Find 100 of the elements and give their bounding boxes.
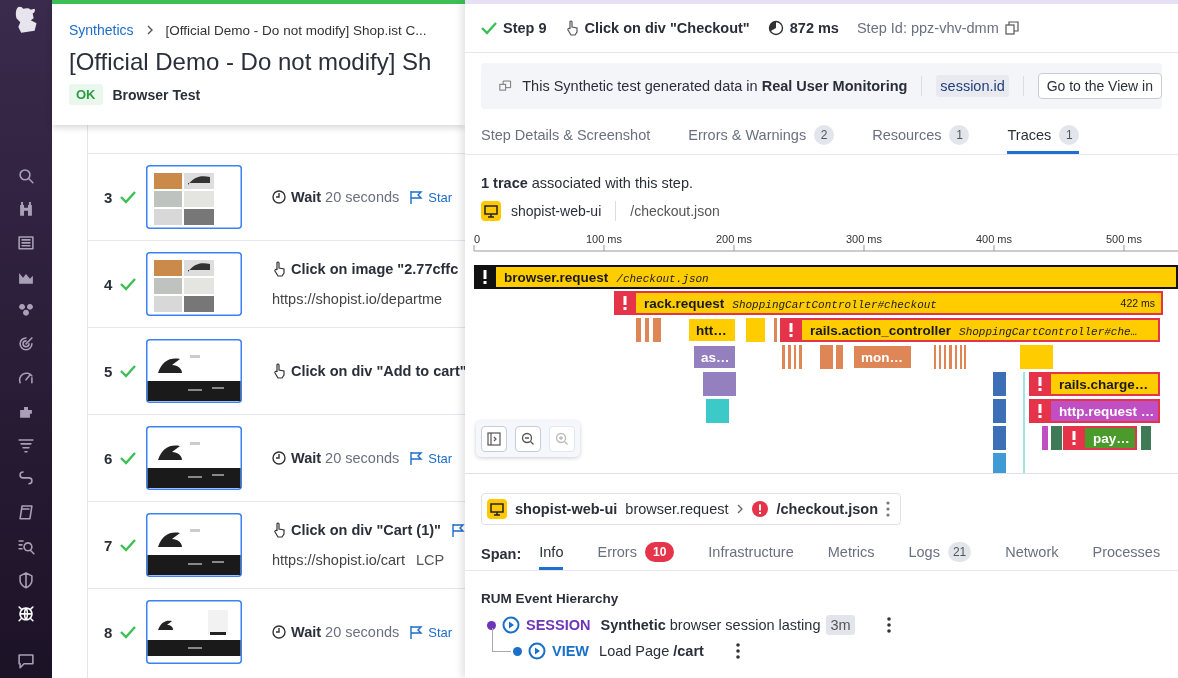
target-icon[interactable] <box>17 335 35 353</box>
tab[interactable]: Logs 21 <box>908 525 972 570</box>
span-bar[interactable] <box>820 345 833 369</box>
event-description: Load Page /cart <box>599 643 704 659</box>
tab[interactable]: Infrastructure <box>708 525 794 570</box>
span-bar[interactable] <box>703 372 736 396</box>
section-title: RUM Event Hierarchy <box>481 591 620 606</box>
kebab-menu-icon[interactable] <box>735 643 740 659</box>
banner-text: This Synthetic test generated data in Real User Monitoring <box>522 78 908 94</box>
step-number: 8 <box>104 623 114 641</box>
span-bar[interactable] <box>949 345 952 369</box>
chat-icon[interactable] <box>17 652 35 670</box>
view-button[interactable]: Go to the View in <box>1037 73 1162 99</box>
shield-icon[interactable] <box>17 570 35 589</box>
span-bar[interactable]: browser.request /checkout.json <box>474 265 1178 289</box>
span-bar[interactable]: rails.action_controller ShoppingCartController#che… <box>780 318 1160 342</box>
step-action: Wait 20 seconds <box>291 450 400 466</box>
span-bar[interactable]: as… <box>694 346 735 368</box>
clock-icon <box>272 190 286 204</box>
start-link[interactable]: Star <box>428 189 453 205</box>
play-icon[interactable] <box>528 642 546 660</box>
span-bar[interactable] <box>706 399 729 423</box>
span-bar[interactable] <box>645 318 649 342</box>
tab-label: Errors <box>597 544 637 560</box>
span-bar[interactable] <box>1051 426 1062 450</box>
span-bar[interactable]: mon… <box>854 346 911 368</box>
copy-icon[interactable] <box>1004 21 1019 35</box>
step-action: Click on div "Cart (1)" <box>291 522 441 538</box>
span-bar[interactable] <box>1141 426 1151 450</box>
step-label: Step 9 <box>503 20 547 36</box>
span-bar[interactable] <box>1020 345 1053 369</box>
play-icon[interactable] <box>502 616 520 634</box>
pointer-hand-icon <box>272 522 286 538</box>
event-type: VIEW <box>552 643 590 659</box>
tab[interactable]: Info <box>539 525 564 570</box>
tab[interactable]: Resources 1 <box>872 109 970 154</box>
span-bar[interactable] <box>653 318 661 342</box>
span-bar[interactable]: htt… <box>689 319 735 341</box>
tab[interactable]: Traces 1 <box>1007 109 1080 154</box>
start-link[interactable]: Star <box>428 450 453 466</box>
zoom-in-button[interactable] <box>549 426 575 452</box>
step-number: 4 <box>104 275 114 293</box>
tab-label: Logs <box>908 544 940 560</box>
tab[interactable]: Processes <box>1092 525 1161 570</box>
step-url: https://shopist.io/cart <box>272 552 405 568</box>
span-bar[interactable]: rack.request ShoppingCartController#checkout 422 ms <box>614 291 1163 315</box>
filter-icon[interactable] <box>17 436 35 454</box>
span-bar[interactable]: pay… <box>1063 426 1137 450</box>
search-icon[interactable] <box>17 166 35 185</box>
span-bar[interactable] <box>782 345 785 369</box>
test-type: Browser Test <box>112 86 201 103</box>
flag-icon[interactable] <box>409 190 424 204</box>
metric-label: LCP <box>416 552 445 568</box>
tab-label: Infrastructure <box>708 544 794 560</box>
zoom-out-icon <box>521 432 535 446</box>
span-bar[interactable] <box>993 399 1006 423</box>
span-bar[interactable] <box>836 345 843 369</box>
start-link[interactable]: Star <box>428 624 453 640</box>
tab[interactable]: Step Details & Screenshot <box>481 109 651 154</box>
book-icon[interactable] <box>17 503 35 522</box>
test-title: [Official Demo - Do not modify] Sh <box>69 48 433 76</box>
sidebar-toggle-button[interactable] <box>481 426 507 452</box>
windows-icon <box>499 78 513 94</box>
tab-label: Processes <box>1092 544 1161 560</box>
count-badge: 1 <box>949 124 970 145</box>
tab-label: Resources <box>872 126 942 143</box>
breadcrumb-item: [Official Demo - Do not modify] Shop.ist C... <box>165 22 427 38</box>
tab[interactable]: Errors & Warnings 2 <box>688 109 835 154</box>
span-bar[interactable] <box>799 345 802 369</box>
span-bar[interactable] <box>788 345 791 369</box>
span-bar[interactable] <box>1042 426 1048 450</box>
attribute-chip[interactable]: session.id <box>936 75 1009 97</box>
tab[interactable]: Errors 10 <box>597 525 675 570</box>
span-bar[interactable]: rails.charge… <box>1029 372 1160 396</box>
breadcrumb-link[interactable]: Synthetics <box>69 22 134 38</box>
service-icon <box>487 499 507 519</box>
kebab-menu-icon[interactable] <box>886 617 891 633</box>
tab-label: Errors & Warnings <box>688 126 807 143</box>
axis-label: 300 ms <box>845 233 883 245</box>
flag-icon[interactable] <box>409 451 424 465</box>
span-bar[interactable] <box>746 318 765 342</box>
globe-icon[interactable] <box>17 604 35 623</box>
binoculars-icon[interactable] <box>17 200 35 219</box>
span-bar[interactable] <box>774 318 777 342</box>
list-icon[interactable] <box>17 234 35 252</box>
flag-icon[interactable] <box>450 523 465 537</box>
panel-icon <box>487 432 501 446</box>
span-bar[interactable]: http.request … <box>1029 399 1160 423</box>
tab[interactable]: Network <box>1005 525 1059 570</box>
span-bar[interactable] <box>636 318 641 342</box>
zoom-out-button[interactable] <box>515 426 541 452</box>
span-bar[interactable] <box>993 426 1006 450</box>
span-bar[interactable] <box>993 372 1006 396</box>
axis-label: 500 ms <box>1105 233 1143 245</box>
tab[interactable]: Metrics <box>827 525 875 570</box>
span-bar[interactable] <box>993 453 1006 473</box>
flag-icon[interactable] <box>409 625 424 639</box>
service-icon <box>481 201 501 221</box>
clock-icon <box>272 451 286 465</box>
trace-summary: 1 trace associated with this step. <box>480 174 694 191</box>
